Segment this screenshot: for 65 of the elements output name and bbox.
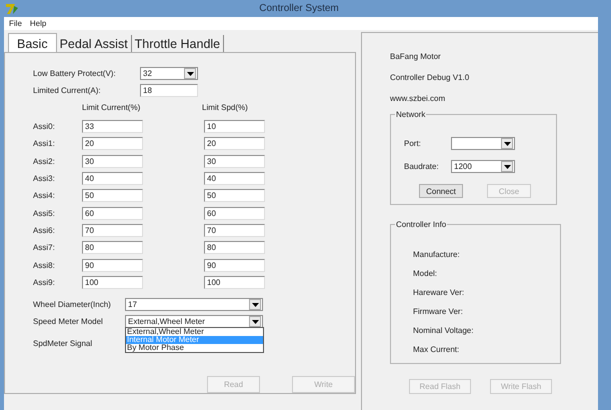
input-field[interactable]: 50 <box>204 189 265 202</box>
menu-item[interactable]: Help <box>30 19 46 28</box>
field-label: Assi0: <box>33 122 56 132</box>
input-field[interactable]: 60 <box>204 206 265 220</box>
info-text: Controller Debug V1.0 <box>390 72 470 83</box>
column-header: Limit Current(%) <box>82 102 142 112</box>
info-label: Max Current: <box>413 344 460 355</box>
input-field[interactable]: 70 <box>82 224 143 237</box>
field-label: Wheel Diameter(Inch) <box>33 300 112 310</box>
column-header: Limit Spd(%) <box>202 102 248 112</box>
speed-meter-dropdown[interactable]: External,Wheel Meter <box>125 315 263 328</box>
app-logo-icon <box>5 2 19 14</box>
group-title: Network <box>395 110 426 119</box>
info-text: www.szbei.com <box>390 93 446 104</box>
field-label: Low Battery Protect(V): <box>33 69 117 78</box>
info-text: BaFang Motor <box>390 51 442 62</box>
field-label: Assi5: <box>33 208 56 218</box>
group-title: Controller Info <box>395 220 448 229</box>
field-label: SpdMeter Signal <box>33 338 94 348</box>
input-field[interactable]: 40 <box>82 172 143 186</box>
input-field[interactable]: 80 <box>82 241 143 254</box>
wheel-dropdown[interactable]: 17 <box>125 298 263 312</box>
field-label: Assi8: <box>33 260 56 270</box>
input-field[interactable]: 30 <box>82 154 143 168</box>
info-label: Manufacture: <box>413 249 461 260</box>
info-label: Model: <box>413 268 438 279</box>
input-field[interactable]: 50 <box>82 189 143 202</box>
port-dropdown[interactable] <box>451 137 515 150</box>
input-field[interactable]: 40 <box>204 172 265 186</box>
field-label: Assi7: <box>33 243 56 252</box>
field-label: Baudrate: <box>404 162 440 171</box>
input-field[interactable]: 20 <box>204 137 265 150</box>
tab[interactable]: Basic <box>8 33 57 52</box>
input-field[interactable]: 90 <box>82 258 143 272</box>
info-label: Hareware Ver: <box>413 287 466 298</box>
input-field[interactable]: 30 <box>204 154 265 168</box>
input-field[interactable]: 20 <box>82 137 143 150</box>
action-button[interactable]: Connect <box>419 184 463 198</box>
input-field[interactable]: 70 <box>204 224 265 237</box>
info-label: Nominal Voltage: <box>413 325 474 336</box>
input-field[interactable]: 90 <box>204 258 265 272</box>
input-field[interactable]: 100 <box>204 276 265 289</box>
input-field[interactable]: 10 <box>204 120 265 134</box>
field-label: Limited Current(A): <box>33 86 102 96</box>
field-label: Assi9: <box>33 278 56 287</box>
baudrate-dropdown[interactable]: 1200 <box>451 160 515 173</box>
menu-item[interactable]: File <box>9 19 22 28</box>
tab[interactable]: Throttle Handle <box>132 35 224 52</box>
field-label: Assi1: <box>33 139 56 148</box>
info-label: Firmware Ver: <box>413 306 464 317</box>
input-field[interactable]: 33 <box>82 120 143 134</box>
input-field[interactable]: 18 <box>140 84 198 98</box>
field-label: Assi3: <box>33 174 56 184</box>
dropdown-option[interactable]: External,Wheel Meter <box>126 328 263 336</box>
input-field[interactable]: 80 <box>204 241 265 254</box>
field-label: Assi6: <box>33 226 56 235</box>
field-label: Assi4: <box>33 191 56 200</box>
field-label: Port: <box>404 139 422 148</box>
dropdown-option[interactable]: By Motor Phase <box>126 344 263 352</box>
battery-dropdown[interactable]: 32 <box>140 67 198 80</box>
input-field[interactable]: 100 <box>82 276 143 289</box>
input-field[interactable]: 60 <box>82 206 143 220</box>
field-label: Speed Meter Model <box>33 317 104 326</box>
window-title: Controller System <box>259 3 339 14</box>
field-label: Assi2: <box>33 156 56 166</box>
